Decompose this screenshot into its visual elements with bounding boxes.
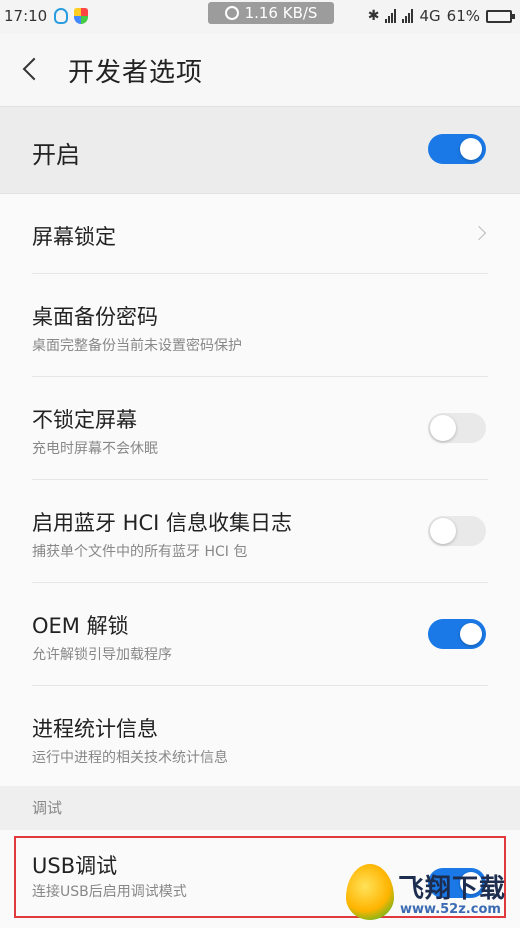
setting-screen-lock[interactable]: 屏幕锁定 — [0, 194, 520, 274]
site-logo-icon — [346, 864, 394, 920]
switch-knob — [430, 415, 456, 441]
developer-options-master-toggle[interactable]: 开启 — [0, 106, 520, 194]
security-shield-icon — [74, 8, 88, 24]
setting-process-stats[interactable]: 进程统计信息 运行中进程的相关技术统计信息 — [0, 686, 520, 789]
setting-title: 不锁定屏幕 — [32, 408, 137, 432]
status-time: 17:10 — [4, 7, 48, 25]
signal-icon-2 — [402, 9, 414, 23]
setting-title: 屏幕锁定 — [32, 225, 116, 249]
setting-oem-unlock[interactable]: OEM 解锁 允许解锁引导加载程序 — [0, 583, 520, 686]
switch-knob — [460, 623, 482, 645]
setting-subtitle: 连接USB后启用调试模式 — [32, 884, 187, 900]
hotspot-icon — [224, 6, 239, 20]
section-label: 调试 — [32, 799, 63, 817]
status-right-icons: ✱ 4G 61% — [367, 7, 515, 25]
battery-icon — [486, 9, 515, 23]
signal-icon — [385, 9, 397, 23]
setting-title: USB调试 — [32, 854, 118, 878]
setting-bluetooth-hci-log[interactable]: 启用蓝牙 HCI 信息收集日志 捕获单个文件中的所有蓝牙 HCI 包 — [0, 480, 520, 583]
net-speed: 1.16 KB/S — [244, 4, 318, 22]
switch-knob — [460, 138, 482, 160]
network-type: 4G — [419, 7, 441, 25]
back-arrow-icon[interactable] — [18, 53, 46, 85]
watermark-url: www.52z.com — [400, 902, 501, 917]
setting-title: 桌面备份密码 — [32, 305, 158, 329]
setting-title: 进程统计信息 — [32, 717, 158, 741]
status-bar: 17:10 1.16 KB/S ✱ 4G 61% — [0, 0, 520, 34]
bluetooth-hci-log-switch[interactable] — [428, 516, 486, 546]
qq-icon — [54, 8, 68, 24]
setting-subtitle: 允许解锁引导加载程序 — [32, 647, 172, 663]
setting-title: 启用蓝牙 HCI 信息收集日志 — [32, 511, 292, 535]
oem-unlock-switch[interactable] — [428, 619, 486, 649]
setting-subtitle: 充电时屏幕不会休眠 — [32, 441, 158, 457]
master-switch[interactable] — [428, 134, 486, 164]
notification-icons — [54, 8, 88, 24]
stay-awake-switch[interactable] — [428, 413, 486, 443]
setting-title: OEM 解锁 — [32, 614, 129, 638]
bluetooth-icon: ✱ — [367, 8, 380, 24]
watermark-logo: 飞翔下载 www.52z.com — [344, 860, 520, 928]
battery-percent: 61% — [446, 7, 480, 25]
settings-list: 屏幕锁定 桌面备份密码 桌面完整备份当前未设置密码保护 不锁定屏幕 充电时屏幕不… — [0, 194, 520, 789]
setting-subtitle: 捕获单个文件中的所有蓝牙 HCI 包 — [32, 544, 248, 560]
section-header-debugging: 调试 — [0, 786, 520, 830]
hotspot-speed-pill: 1.16 KB/S — [208, 2, 334, 24]
app-header: 开发者选项 — [0, 34, 520, 104]
switch-knob — [430, 518, 456, 544]
setting-stay-awake[interactable]: 不锁定屏幕 充电时屏幕不会休眠 — [0, 377, 520, 480]
setting-desktop-backup-password[interactable]: 桌面备份密码 桌面完整备份当前未设置密码保护 — [0, 274, 520, 377]
setting-subtitle: 运行中进程的相关技术统计信息 — [32, 750, 228, 766]
master-toggle-label: 开启 — [32, 141, 80, 169]
page-title: 开发者选项 — [68, 58, 204, 88]
setting-subtitle: 桌面完整备份当前未设置密码保护 — [32, 338, 242, 354]
watermark-name: 飞翔下载 — [398, 874, 507, 904]
chevron-right-icon — [471, 225, 487, 241]
